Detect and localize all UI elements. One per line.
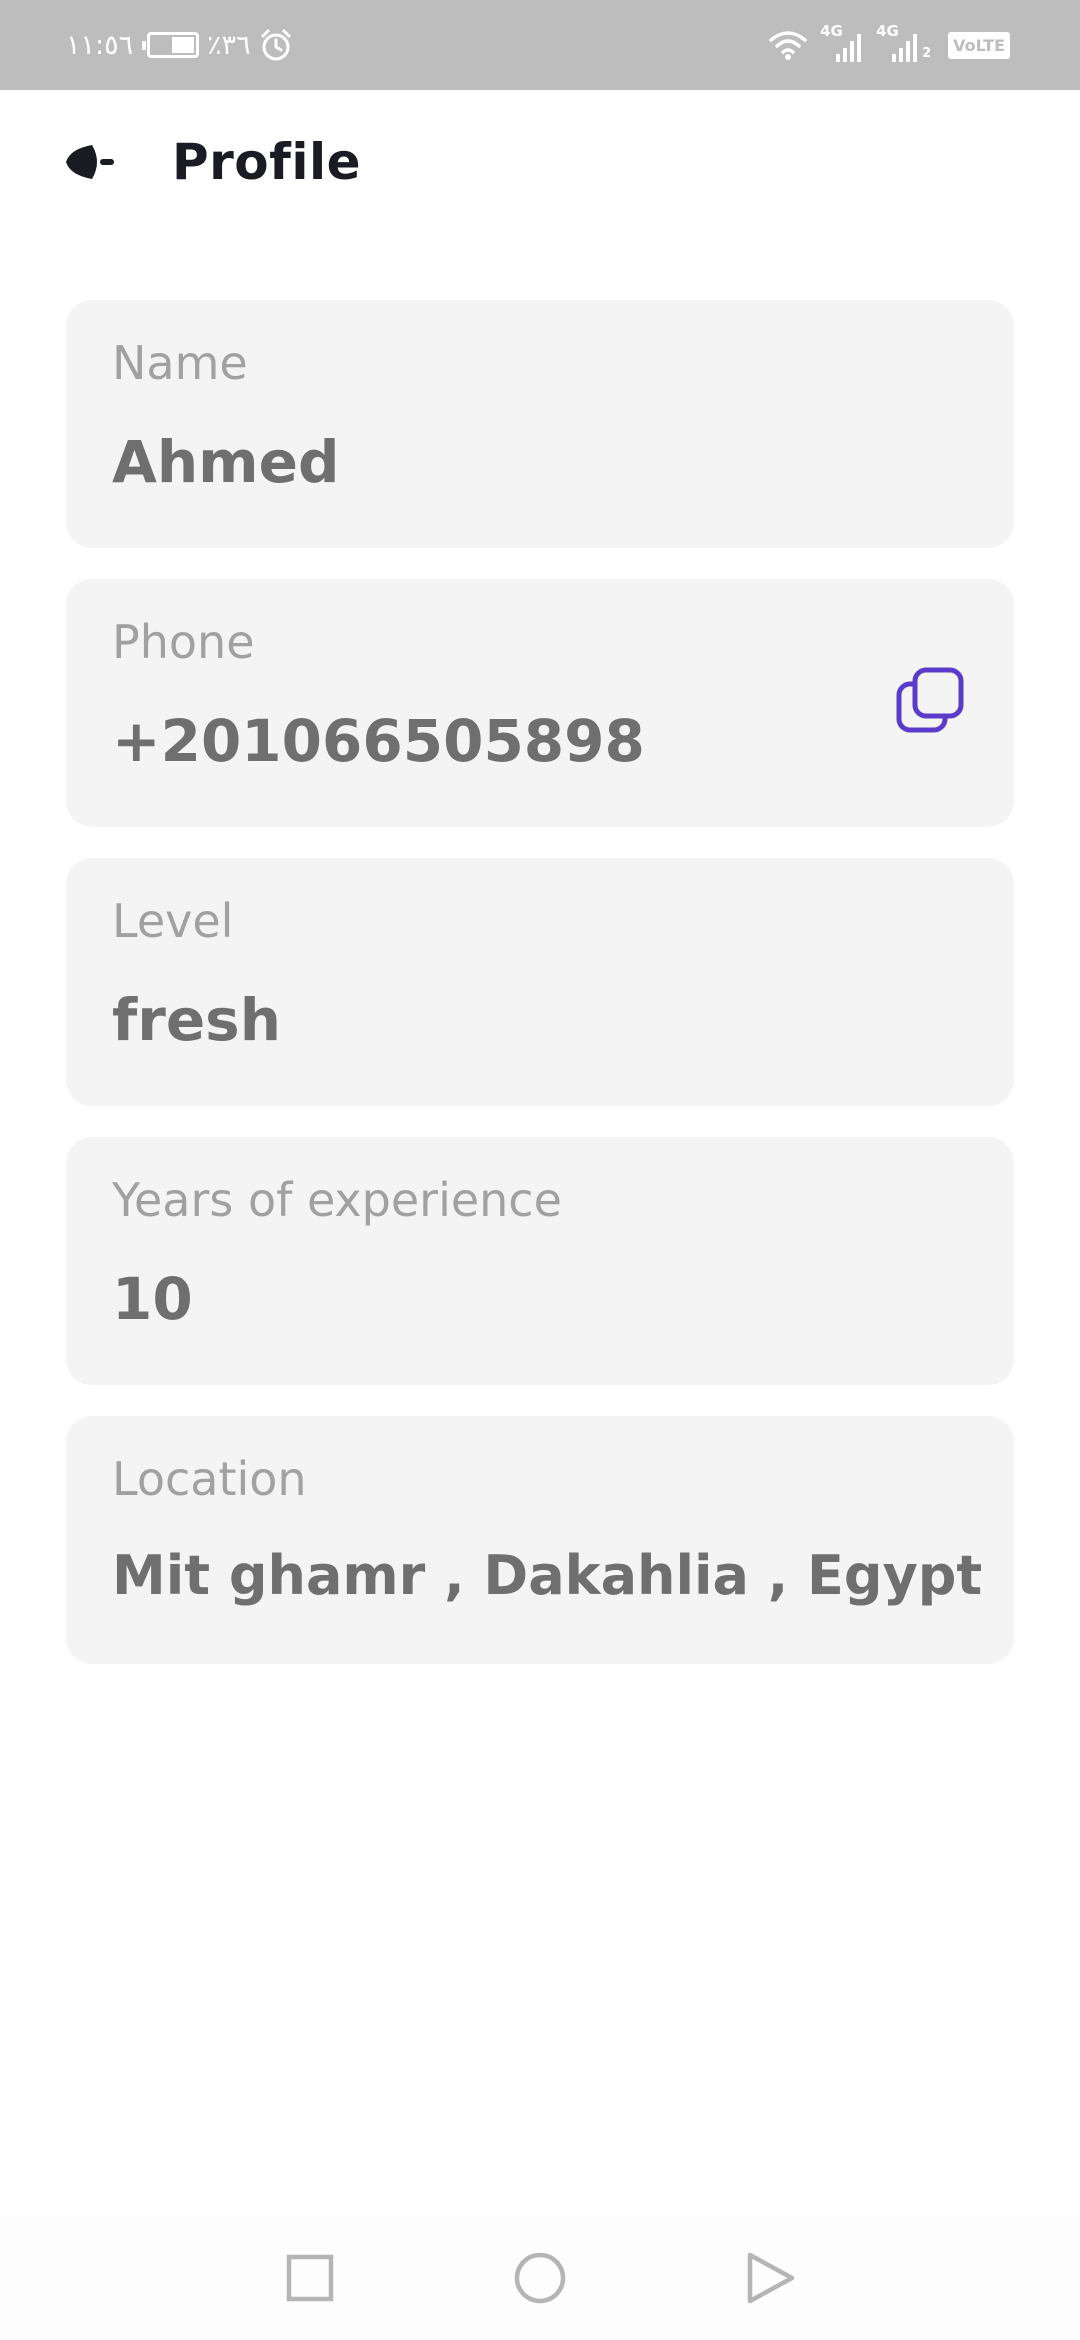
home-button[interactable] (508, 2246, 572, 2310)
level-card: Level fresh (66, 858, 1014, 1106)
location-value: Mit ghamr , Dakahlia , Egypt (112, 1544, 983, 1607)
back-arrow-icon (66, 145, 114, 179)
alarm-icon (261, 29, 291, 61)
copy-icon (896, 667, 964, 733)
volte-icon: VoLTE (948, 31, 1010, 59)
header: Profile (0, 90, 1080, 240)
sim2-label: 2 (922, 46, 932, 61)
signal-icon: 4G (820, 22, 864, 64)
name-value: Ahmed (112, 428, 340, 496)
battery-percent: ٪٣٦ (207, 29, 251, 61)
phone-label: Phone (112, 615, 255, 669)
experience-label: Years of experience (112, 1173, 562, 1227)
name-label: Name (112, 336, 248, 390)
status-left: ١١:٥٦ ٪٣٦ (66, 24, 293, 66)
phone-value: +201066505898 (112, 707, 645, 775)
wifi-icon (769, 31, 807, 60)
level-label: Level (112, 894, 234, 948)
recents-button[interactable] (278, 2246, 342, 2310)
location-label: Location (112, 1452, 307, 1506)
back-triangle-icon (747, 2252, 795, 2304)
nav-back-button[interactable] (738, 2246, 802, 2310)
status-time: ١١:٥٦ (66, 29, 134, 61)
page-title: Profile (172, 133, 362, 191)
location-card: Location Mit ghamr , Dakahlia , Egypt (66, 1416, 1014, 1664)
battery-icon (142, 32, 200, 58)
phone-card: Phone +201066505898 (66, 579, 1014, 827)
level-value: fresh (112, 986, 281, 1054)
experience-value: 10 (112, 1265, 193, 1333)
home-circle-icon (514, 2252, 566, 2304)
signal-icon-sim2: 4G 2 (876, 22, 936, 64)
navigation-bar (0, 2216, 1080, 2340)
status-right: 4G 4G 2 VoLTE (768, 22, 1010, 66)
back-button[interactable] (62, 132, 142, 192)
copy-phone-button[interactable] (896, 667, 966, 737)
experience-card: Years of experience 10 (66, 1137, 1014, 1385)
name-card: Name Ahmed (66, 300, 1014, 548)
status-bar: ١١:٥٦ ٪٣٦ 4G 4G 2 VoLTE (0, 0, 1080, 90)
recents-square-icon (286, 2254, 334, 2302)
